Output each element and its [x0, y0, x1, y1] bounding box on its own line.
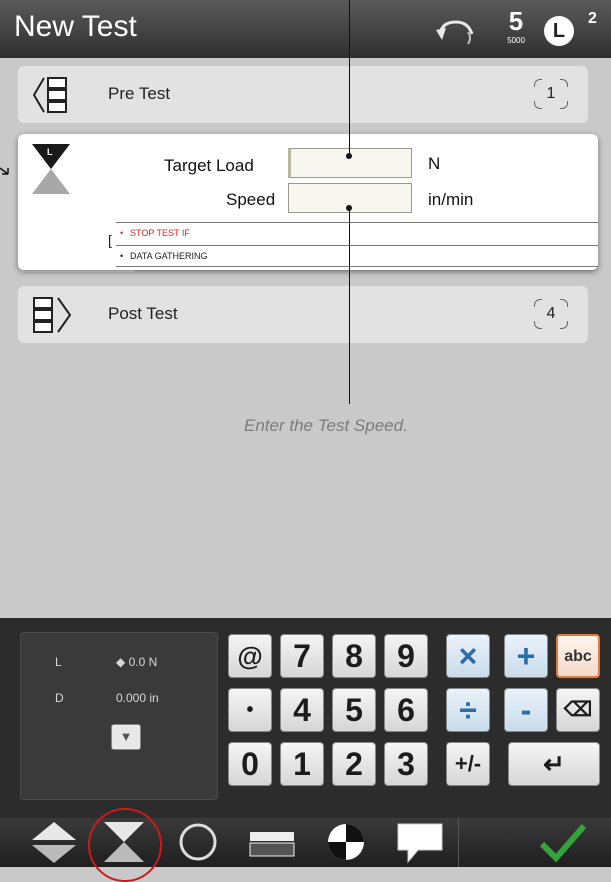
key-divide[interactable]: ÷ — [446, 688, 490, 732]
key-at[interactable]: @ — [228, 634, 272, 678]
pre-test-label: Pre Test — [108, 84, 171, 103]
load-readout-label: L — [55, 655, 62, 669]
displacement-readout-label: D — [55, 691, 64, 705]
target-load-unit: N — [428, 154, 441, 173]
page-title: New Test — [14, 10, 137, 43]
key-minus[interactable]: - — [504, 688, 548, 732]
key-1[interactable]: 1 — [280, 742, 324, 786]
backspace-icon[interactable]: ⌫ — [556, 688, 600, 732]
tool-hold-icon[interactable] — [244, 818, 300, 867]
post-test-count[interactable]: 4 — [534, 299, 568, 329]
selected-tool-ring — [88, 808, 162, 882]
bracket-char: [ — [108, 232, 112, 248]
key-abc[interactable]: abc — [556, 634, 600, 678]
key-decimal[interactable]: • — [228, 688, 272, 732]
target-load-label: Target Load — [164, 156, 254, 175]
bottom-toolbar — [0, 808, 611, 882]
key-8[interactable]: 8 — [332, 634, 376, 678]
undo-icon[interactable] — [432, 14, 480, 48]
displacement-readout-value: 0.000 in — [116, 691, 159, 705]
pre-test-row[interactable]: Pre Test 1 — [18, 66, 588, 123]
key-plus-minus[interactable]: +/- — [446, 742, 490, 786]
speed-pointer-line — [349, 208, 350, 404]
tool-comment-icon[interactable] — [392, 818, 448, 867]
key-9[interactable]: 9 — [384, 634, 428, 678]
speed-pointer-dot — [346, 205, 352, 211]
pre-test-icon — [32, 77, 67, 113]
data-gathering-section[interactable]: • DATA GATHERING — [116, 245, 598, 267]
load-updown-icon: ◆ — [116, 655, 126, 669]
pre-test-count[interactable]: 1 — [534, 79, 568, 109]
key-2[interactable]: 2 — [332, 742, 376, 786]
key-3[interactable]: 3 — [384, 742, 428, 786]
speed-unit: in/min — [428, 190, 474, 209]
key-4[interactable]: 4 — [280, 688, 324, 732]
post-test-label: Post Test — [108, 304, 178, 323]
tool-updown-icon[interactable] — [26, 818, 82, 867]
key-0[interactable]: 0 — [228, 742, 272, 786]
tool-cycle-icon[interactable] — [170, 818, 226, 867]
target-load-card: L Target Load Speed N in/min [ • STOP TES… — [18, 134, 598, 270]
target-pointer-dot — [346, 153, 352, 159]
tool-target-icon[interactable] — [318, 818, 374, 867]
data-bullet-icon: • — [120, 251, 124, 261]
load-badge-icon[interactable]: L — [544, 16, 574, 46]
key-plus[interactable]: + — [504, 634, 548, 678]
callout-text: Enter the Test Speed. — [244, 416, 408, 435]
post-test-row[interactable]: Post Test 4 — [18, 286, 588, 343]
key-6[interactable]: 6 — [384, 688, 428, 732]
toolbar-divider — [458, 818, 459, 867]
key-5[interactable]: 5 — [332, 688, 376, 732]
confirm-check-icon[interactable] — [534, 818, 590, 867]
load-badge-superscript: 2 — [588, 10, 597, 27]
target-pointer-line — [349, 0, 350, 156]
speed-label: Speed — [226, 190, 276, 209]
enter-icon[interactable]: ↵ — [508, 742, 600, 786]
key-7[interactable]: 7 — [280, 634, 324, 678]
load-cell-five-indicator[interactable]: 5 5000 — [496, 8, 536, 52]
left-arrow-icon — [0, 167, 9, 175]
key-multiply[interactable]: × — [446, 634, 490, 678]
load-hourglass-icon: L — [32, 144, 70, 194]
live-status-panel: L ◆ 0.0 N D 0.000 in ▼ — [20, 632, 218, 800]
tare-button[interactable]: ▼ — [111, 724, 141, 750]
svg-text:L: L — [47, 147, 53, 157]
load-readout-value: ◆ 0.0 N — [116, 655, 158, 669]
stop-test-if-section[interactable]: • STOP TEST IF — [116, 222, 598, 243]
stop-bullet-icon: • — [120, 228, 124, 238]
post-test-icon — [33, 297, 72, 333]
